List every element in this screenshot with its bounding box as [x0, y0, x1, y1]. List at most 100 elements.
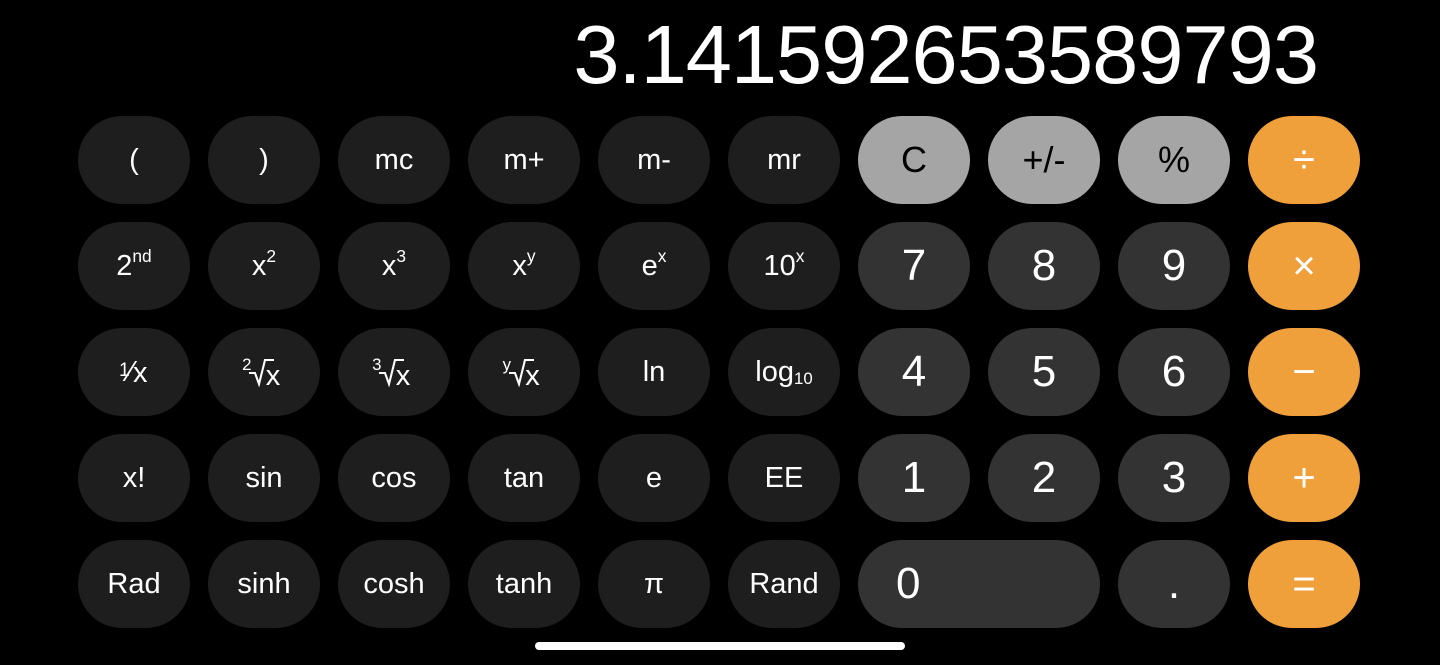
key-label: %: [1157, 139, 1190, 180]
radical-icon: 3 x: [372, 355, 411, 392]
key-clear[interactable]: C: [858, 116, 970, 204]
key-log-base-10[interactable]: log10: [728, 328, 840, 416]
key-open-paren[interactable]: (: [78, 116, 190, 204]
key-memory-recall[interactable]: mr: [728, 116, 840, 204]
key-cube-root[interactable]: 3 x: [338, 328, 450, 416]
key-add[interactable]: +: [1248, 434, 1360, 522]
key-close-paren[interactable]: ): [208, 116, 320, 204]
equals-icon: =: [1292, 562, 1316, 606]
key-digit-8[interactable]: 8: [988, 222, 1100, 310]
key-label: xy: [512, 246, 536, 282]
divide-icon: ÷: [1293, 138, 1315, 182]
key-sinh[interactable]: sinh: [208, 540, 320, 628]
plus-icon: +: [1292, 456, 1316, 500]
key-digit-4[interactable]: 4: [858, 328, 970, 416]
key-label: m+: [503, 143, 545, 176]
key-tan[interactable]: tan: [468, 434, 580, 522]
plus-minus-icon: +/-: [1022, 139, 1066, 180]
key-label: sin: [245, 461, 283, 494]
key-memory-add[interactable]: m+: [468, 116, 580, 204]
key-memory-subtract[interactable]: m-: [598, 116, 710, 204]
key-label: log10: [755, 355, 813, 389]
key-label: x2: [251, 246, 277, 282]
key-label: Rand: [749, 567, 819, 600]
key-label: ln: [642, 355, 666, 388]
key-label: m-: [637, 143, 671, 176]
key-label: Rad: [107, 567, 161, 600]
key-tanh[interactable]: tanh: [468, 540, 580, 628]
key-memory-clear[interactable]: mc: [338, 116, 450, 204]
key-random[interactable]: Rand: [728, 540, 840, 628]
key-label: 10x: [763, 246, 805, 282]
key-digit-0[interactable]: 0: [858, 540, 1100, 628]
key-label: 2nd: [116, 246, 152, 282]
key-percent[interactable]: %: [1118, 116, 1230, 204]
key-label: 3: [1161, 453, 1187, 502]
radical-icon: y x: [502, 355, 540, 392]
key-label: 6: [1161, 347, 1187, 396]
home-indicator[interactable]: [535, 642, 905, 650]
key-toggle-sign[interactable]: +/-: [988, 116, 1100, 204]
key-e-power-x[interactable]: ex: [598, 222, 710, 310]
key-digit-9[interactable]: 9: [1118, 222, 1230, 310]
key-cos[interactable]: cos: [338, 434, 450, 522]
key-label: cosh: [363, 567, 425, 600]
key-digit-6[interactable]: 6: [1118, 328, 1230, 416]
key-label: 5: [1031, 347, 1057, 396]
key-pi[interactable]: π: [598, 540, 710, 628]
calculator-display: 3.141592653589793: [0, 0, 1318, 108]
key-label: sinh: [237, 567, 291, 600]
key-divide[interactable]: ÷: [1248, 116, 1360, 204]
key-label: cos: [371, 461, 417, 494]
radical-icon: 2 x: [242, 355, 281, 392]
key-label: x!: [122, 461, 146, 494]
key-square-root[interactable]: 2 x: [208, 328, 320, 416]
key-equals[interactable]: =: [1248, 540, 1360, 628]
key-label: x3: [381, 246, 407, 282]
calculator-keypad: ( ) mc m+ m- mr C +/- % ÷ 2nd x2 x3 xy e…: [78, 116, 1362, 628]
key-label: 1: [901, 453, 927, 502]
key-digit-7[interactable]: 7: [858, 222, 970, 310]
key-label: ): [259, 143, 269, 176]
key-label: 8: [1031, 241, 1057, 290]
key-label: mr: [767, 143, 801, 176]
key-decimal-point[interactable]: .: [1118, 540, 1230, 628]
key-cosh[interactable]: cosh: [338, 540, 450, 628]
key-label: 4: [901, 347, 927, 396]
key-second-function[interactable]: 2nd: [78, 222, 190, 310]
key-reciprocal[interactable]: 1⁄x: [78, 328, 190, 416]
calculator-app: 3.141592653589793 ( ) mc m+ m- mr C +/- …: [0, 0, 1440, 665]
key-label: 2: [1031, 453, 1057, 502]
key-label: 1⁄x: [119, 355, 148, 389]
key-y-root[interactable]: y x: [468, 328, 580, 416]
key-label: tanh: [495, 567, 553, 600]
key-label: 7: [901, 241, 927, 290]
key-label: tan: [503, 461, 545, 494]
key-ee[interactable]: EE: [728, 434, 840, 522]
key-x-power-y[interactable]: xy: [468, 222, 580, 310]
display-value: 3.141592653589793: [573, 7, 1318, 101]
key-digit-3[interactable]: 3: [1118, 434, 1230, 522]
key-label: 9: [1161, 241, 1187, 290]
key-x-squared[interactable]: x2: [208, 222, 320, 310]
key-euler-number[interactable]: e: [598, 434, 710, 522]
key-ten-power-x[interactable]: 10x: [728, 222, 840, 310]
key-multiply[interactable]: ×: [1248, 222, 1360, 310]
key-label: EE: [764, 461, 804, 494]
key-factorial[interactable]: x!: [78, 434, 190, 522]
key-digit-5[interactable]: 5: [988, 328, 1100, 416]
key-label: mc: [374, 143, 414, 176]
key-natural-log[interactable]: ln: [598, 328, 710, 416]
key-digit-1[interactable]: 1: [858, 434, 970, 522]
key-label: ex: [641, 246, 667, 282]
pi-icon: π: [643, 567, 664, 600]
key-x-cubed[interactable]: x3: [338, 222, 450, 310]
key-digit-2[interactable]: 2: [988, 434, 1100, 522]
key-rad-mode[interactable]: Rad: [78, 540, 190, 628]
key-sin[interactable]: sin: [208, 434, 320, 522]
key-label: C: [901, 139, 927, 180]
key-label: e: [645, 461, 663, 494]
minus-icon: −: [1292, 350, 1316, 394]
key-label: .: [1167, 559, 1181, 608]
key-subtract[interactable]: −: [1248, 328, 1360, 416]
